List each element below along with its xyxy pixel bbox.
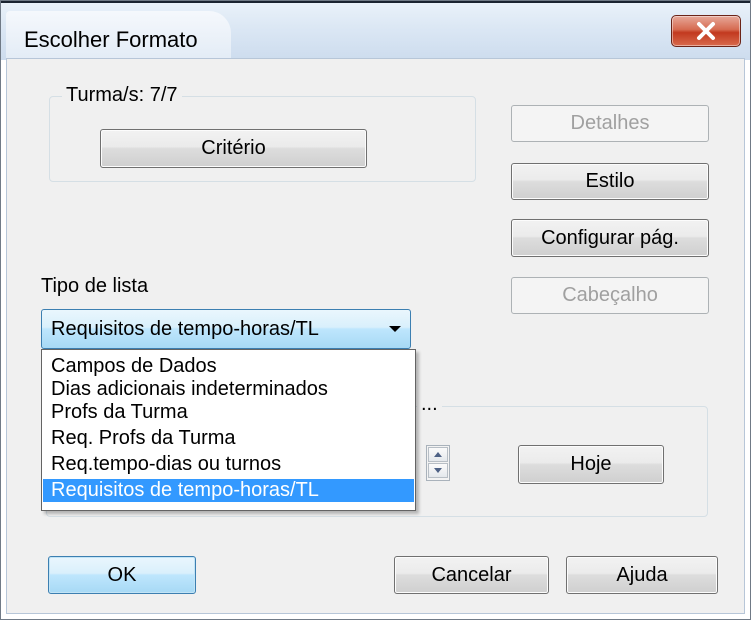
page-setup-button[interactable]: Configurar pág. [511, 219, 709, 257]
header-button[interactable]: Cabeçalho [511, 277, 709, 314]
window-title: Escolher Formato [24, 27, 198, 52]
help-button[interactable]: Ajuda [566, 556, 718, 594]
close-icon [697, 22, 715, 40]
title-bar[interactable]: Escolher Formato [0, 0, 751, 60]
criteria-button[interactable]: Critério [100, 129, 367, 168]
details-button[interactable]: Detalhes [511, 105, 709, 142]
list-option-req-class-teachers[interactable]: Req. Profs da Turma [43, 427, 414, 450]
spin-down-button[interactable] [428, 463, 448, 478]
choose-format-dialog: Escolher Formato Turma/s: 7/7 Critério D… [0, 0, 751, 620]
cancel-button[interactable]: Cancelar [394, 556, 549, 594]
list-option-data-fields[interactable]: Campos de Dados [43, 355, 414, 378]
list-type-selected: Requisitos de tempo-horas/TL [51, 318, 319, 340]
date-spinner[interactable] [426, 445, 450, 481]
class-group-legend: Turma/s: 7/7 [62, 84, 182, 107]
spin-down-icon [434, 468, 442, 473]
style-button[interactable]: Estilo [511, 163, 709, 200]
list-option-class-teachers[interactable]: Profs da Turma [43, 401, 414, 424]
list-type-options: Campos de Dados Dias adicionais indeterm… [41, 349, 416, 511]
spin-up-icon [434, 452, 442, 457]
list-option-req-time-hours[interactable]: Requisitos de tempo-horas/TL [43, 479, 414, 502]
spin-up-button[interactable] [428, 447, 448, 462]
list-type-dropdown[interactable]: Requisitos de tempo-horas/TL [41, 309, 411, 349]
list-type-label: Tipo de lista [41, 275, 149, 297]
ok-button[interactable]: OK [48, 556, 196, 594]
close-button[interactable] [671, 15, 741, 47]
today-button[interactable]: Hoje [518, 445, 664, 484]
list-option-extra-days[interactable]: Dias adicionais indeterminados [43, 378, 414, 401]
chevron-down-icon [389, 326, 401, 332]
date-group-legend-ellipsis: ... [417, 393, 442, 416]
list-option-req-time-days[interactable]: Req.tempo-dias ou turnos [43, 453, 414, 476]
